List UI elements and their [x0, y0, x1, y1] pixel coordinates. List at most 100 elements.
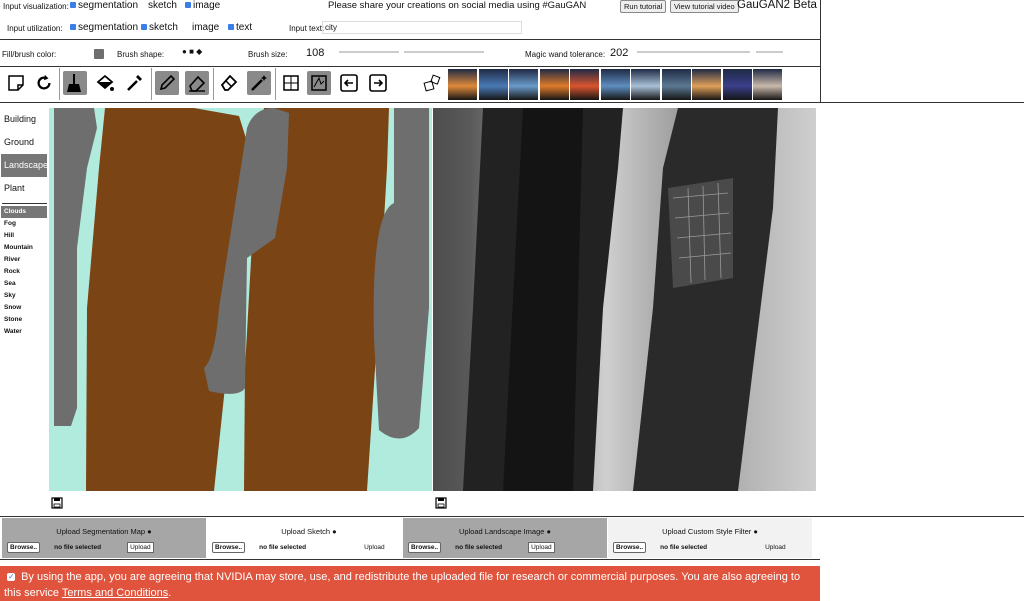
style-thumbnail[interactable] [509, 69, 538, 100]
sketch-eraser-icon[interactable] [185, 71, 209, 95]
broom-tool-icon[interactable] [63, 71, 87, 95]
eyedropper-icon[interactable] [122, 71, 146, 95]
arrow-left-icon[interactable] [337, 71, 361, 95]
style-thumbnail[interactable] [692, 69, 721, 100]
consent-checkbox[interactable]: ✓ [7, 572, 15, 582]
browse-button[interactable]: Browse.. [408, 542, 442, 553]
browse-button[interactable]: Browse.. [613, 542, 647, 553]
file-status: no file selected [660, 544, 708, 551]
style-thumbnail[interactable] [448, 69, 477, 100]
subcategory-fog[interactable]: Fog [1, 218, 47, 230]
category-landscape[interactable]: Landscape [1, 154, 48, 177]
browse-button[interactable]: Browse.. [212, 542, 246, 553]
run-tutorial-button[interactable]: Run tutorial [620, 0, 667, 13]
fill-brush-color-label: Fill/brush color: [2, 50, 57, 59]
magic-wand-label: Magic wand tolerance: [525, 50, 606, 59]
terms-link[interactable]: Terms and Conditions [62, 587, 168, 599]
subcategory-snow[interactable]: Snow [1, 302, 47, 314]
subcategory-water[interactable]: Water [1, 326, 47, 338]
info-dot-icon: ● [330, 527, 337, 536]
category-building[interactable]: Building [1, 108, 47, 131]
category-plant[interactable]: Plant [1, 177, 47, 200]
style-thumbnail[interactable] [600, 69, 630, 100]
upload-panel: Upload Sketch ● Browse.. no file selecte… [207, 518, 411, 558]
brush-size-slider-track[interactable] [404, 51, 484, 53]
consent-banner: ✓ By using the app, you are agreeing tha… [0, 566, 820, 601]
style-thumbnail[interactable] [570, 69, 599, 100]
upload-title: Upload Landscape Image [458, 527, 545, 536]
magic-wand-slider[interactable] [637, 51, 750, 53]
style-thumbnail[interactable] [539, 69, 569, 100]
circle-shape-icon[interactable]: ● [182, 47, 187, 56]
util-sketch-option[interactable]: sketch [141, 22, 178, 33]
style-thumbnail[interactable] [631, 69, 660, 100]
magic-wand-slider-track[interactable] [756, 51, 783, 53]
undo-icon[interactable] [32, 71, 56, 95]
subcategory-sea[interactable]: Sea [1, 278, 47, 290]
subcategory-stone[interactable]: Stone [1, 314, 47, 326]
upload-panel: Upload Custom Style Filter ● Browse.. no… [608, 518, 812, 558]
upload-panel: Upload Segmentation Map ● Browse.. no fi… [2, 518, 206, 558]
checkbox-icon[interactable] [70, 24, 76, 31]
upload-button[interactable]: Upload [765, 544, 786, 551]
square-shape-icon[interactable]: ■ [189, 47, 194, 56]
util-segmentation-option[interactable]: segmentation [70, 22, 138, 33]
style-thumbnail-strip [448, 69, 782, 100]
upload-button[interactable]: Upload [127, 542, 154, 553]
category-ground[interactable]: Ground [1, 131, 47, 154]
paint-bucket-icon[interactable] [93, 71, 117, 95]
diamond-shape-icon[interactable]: ◆ [196, 47, 202, 56]
upload-button[interactable]: Upload [364, 544, 385, 551]
save-output-icon[interactable] [435, 497, 447, 511]
util-image-option[interactable]: image [192, 22, 219, 33]
checkbox-icon[interactable] [141, 24, 147, 31]
input-text-field[interactable]: city [322, 21, 522, 34]
random-dice-icon[interactable] [420, 71, 444, 95]
checkbox-icon[interactable] [228, 24, 234, 31]
vis-image-option[interactable]: image [185, 0, 220, 11]
segmentation-canvas[interactable] [49, 108, 432, 491]
magic-wand-icon[interactable] [247, 71, 271, 95]
checkbox-icon[interactable] [185, 2, 191, 9]
brush-size-value: 108 [306, 47, 325, 59]
browse-button[interactable]: Browse.. [7, 542, 41, 553]
sketch-layer-icon[interactable] [307, 71, 331, 95]
style-thumbnail[interactable] [753, 69, 782, 100]
upload-title: Upload Custom Style Filter [662, 527, 752, 536]
style-thumbnail[interactable] [722, 69, 752, 100]
subcategory-rock[interactable]: Rock [1, 266, 47, 278]
input-text-label: Input text: [289, 24, 325, 33]
eraser-icon[interactable] [217, 71, 241, 95]
subcategory-sky[interactable]: Sky [1, 290, 47, 302]
subcategory-hill[interactable]: Hill [1, 230, 47, 242]
info-dot-icon: ● [751, 527, 758, 536]
vis-segmentation-option[interactable]: segmentation [70, 0, 138, 11]
info-dot-icon: ● [145, 527, 152, 536]
view-tutorial-video-button[interactable]: View tutorial video [670, 0, 739, 13]
upload-panel: Upload Landscape Image ● Browse.. no fil… [403, 518, 607, 558]
info-dot-icon: ● [544, 527, 552, 536]
brush-size-label: Brush size: [248, 50, 288, 59]
checkbox-icon[interactable] [70, 2, 76, 9]
arrow-right-icon[interactable] [366, 71, 390, 95]
new-canvas-icon[interactable] [4, 71, 28, 95]
app-title: GauGAN2 Beta [737, 0, 817, 11]
brush-size-slider[interactable] [339, 51, 399, 53]
file-status: no file selected [54, 544, 102, 551]
subcategory-mountain[interactable]: Mountain [1, 242, 47, 254]
fill-color-swatch[interactable] [94, 49, 104, 59]
style-thumbnail[interactable] [478, 69, 508, 100]
file-status: no file selected [259, 544, 307, 551]
style-thumbnail[interactable] [661, 69, 691, 100]
save-segmentation-icon[interactable] [51, 497, 63, 511]
util-text-option[interactable]: text [228, 22, 252, 33]
checkmark-icon: ✓ [8, 572, 15, 582]
brush-shape-options[interactable]: ● ■ ◆ [182, 47, 202, 56]
subcategory-clouds[interactable]: Clouds [1, 206, 47, 218]
subcategory-river[interactable]: River [1, 254, 47, 266]
grid-layer-icon[interactable] [279, 71, 303, 95]
share-text: Please share your creations on social me… [328, 0, 587, 11]
pencil-tool-icon[interactable] [155, 71, 179, 95]
vis-sketch-option[interactable]: sketch [148, 0, 177, 11]
upload-button[interactable]: Upload [528, 542, 555, 553]
